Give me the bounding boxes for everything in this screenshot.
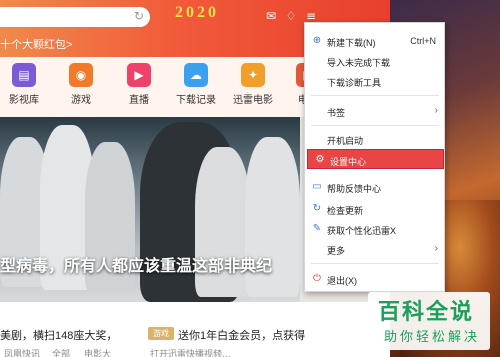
menu-item-new-download[interactable]: ⊕ 新建下载(N) Ctrl+N	[305, 31, 444, 51]
menu-item-help-feedback[interactable]: ▭ 帮助反馈中心	[305, 177, 444, 197]
game-badge: 游戏	[148, 327, 174, 340]
menu-item-label: 检查更新	[327, 206, 364, 216]
nav-item-download-history[interactable]: ☁ 下载记录	[168, 63, 224, 113]
menu-item-shortcut: Ctrl+N	[410, 36, 436, 46]
menu-item-more[interactable]: 更多 ›	[305, 239, 444, 259]
hero-banner[interactable]: 型病毒，所有人都应该重温这部非典纪	[0, 117, 300, 302]
watermark-badge: 百科全说 助你轻松解决	[368, 292, 490, 350]
nav-item-label: 游戏	[71, 95, 91, 106]
chevron-right-icon: ›	[434, 243, 438, 254]
chevron-right-icon: ›	[434, 105, 438, 116]
thunder-movie-icon: ✦	[241, 63, 265, 87]
live-tv-icon: ▶	[127, 63, 151, 87]
menu-item-label: 导入未完成下载	[327, 58, 391, 68]
menu-separator	[311, 263, 439, 264]
feed-item-title[interactable]: 美剧，横扫148座大奖，	[0, 327, 117, 343]
menu-item-label: 下载诊断工具	[327, 78, 382, 88]
feed-item-meta: 打开迅雷快播视频...	[150, 350, 231, 357]
nav-item-label: 直播	[129, 95, 149, 106]
menu-separator	[311, 95, 439, 96]
new-download-icon: ⊕	[312, 35, 322, 46]
new-year-logo: 2020	[175, 4, 219, 21]
shirt-icon[interactable]: ♢	[283, 8, 299, 24]
promo-link[interactable]: 十个大颗红包>	[0, 36, 72, 52]
film-library-icon: ▤	[12, 63, 36, 87]
menu-item-auto-start[interactable]: 开机启动	[305, 129, 444, 149]
help-feedback-icon: ▭	[312, 181, 322, 192]
menu-item-label: 获取个性化迅雷X	[327, 226, 397, 236]
refresh-icon[interactable]: ↻	[132, 9, 146, 23]
gamepad-icon: ◉	[69, 63, 93, 87]
menu-item-label: 设置中心	[330, 157, 367, 167]
nav-item-thunder-movie[interactable]: ✦ 迅雷电影	[225, 63, 281, 113]
menu-item-bookmarks[interactable]: 书签 ›	[305, 101, 444, 121]
nav-item-film-library[interactable]: ▤ 影视库	[0, 63, 52, 113]
menu-item-label: 帮助反馈中心	[327, 184, 382, 194]
menu-item-label: 书签	[327, 108, 346, 118]
menu-item-exit[interactable]: ⏻ 退出(X)	[305, 269, 444, 289]
nav-item-games[interactable]: ◉ 游戏	[53, 63, 109, 113]
menu-separator	[311, 125, 439, 126]
check-update-icon: ↻	[312, 203, 322, 214]
feed-item-title[interactable]: 送你1年白金会员，点获得	[178, 327, 305, 343]
menu-item-check-update[interactable]: ↻ 检查更新	[305, 199, 444, 219]
cloud-download-icon: ☁	[184, 63, 208, 87]
menu-item-settings[interactable]: ⚙ 设置中心	[307, 149, 444, 169]
feed-item-meta: 全部	[52, 350, 71, 357]
main-menu-dropdown: ⊕ 新建下载(N) Ctrl+N 导入未完成下载 下载诊断工具 书签 › 开机启…	[304, 22, 445, 292]
watermark-subtitle: 助你轻松解决	[384, 329, 481, 344]
menu-item-label: 退出(X)	[327, 276, 357, 286]
nav-item-label: 迅雷电影	[233, 95, 273, 106]
personalize-icon: ✎	[312, 223, 322, 234]
settings-icon: ⚙	[315, 154, 325, 165]
feed-item-meta: 电影大	[84, 350, 112, 357]
menu-item-download-diagnostics[interactable]: 下载诊断工具	[305, 71, 444, 91]
search-input[interactable]	[0, 7, 150, 27]
nav-item-label: 影视库	[9, 95, 39, 106]
nav-item-label: 下载记录	[176, 95, 216, 106]
nav-item-live[interactable]: ▶ 直播	[111, 63, 167, 113]
menu-item-label: 新建下载(N)	[327, 38, 376, 48]
menu-item-label: 开机启动	[327, 136, 364, 146]
hero-caption: 型病毒，所有人都应该重温这部非典纪	[0, 258, 273, 275]
menu-item-personalize[interactable]: ✎ 获取个性化迅雷X	[305, 219, 444, 239]
menu-item-label: 更多	[327, 246, 346, 256]
feed-item-meta: 凤凰快讯	[4, 350, 41, 357]
power-icon: ⏻	[313, 273, 321, 284]
watermark-title: 百科全说	[378, 299, 475, 324]
menu-item-import-unfinished[interactable]: 导入未完成下载	[305, 51, 444, 71]
mail-icon[interactable]: ✉	[263, 8, 279, 24]
